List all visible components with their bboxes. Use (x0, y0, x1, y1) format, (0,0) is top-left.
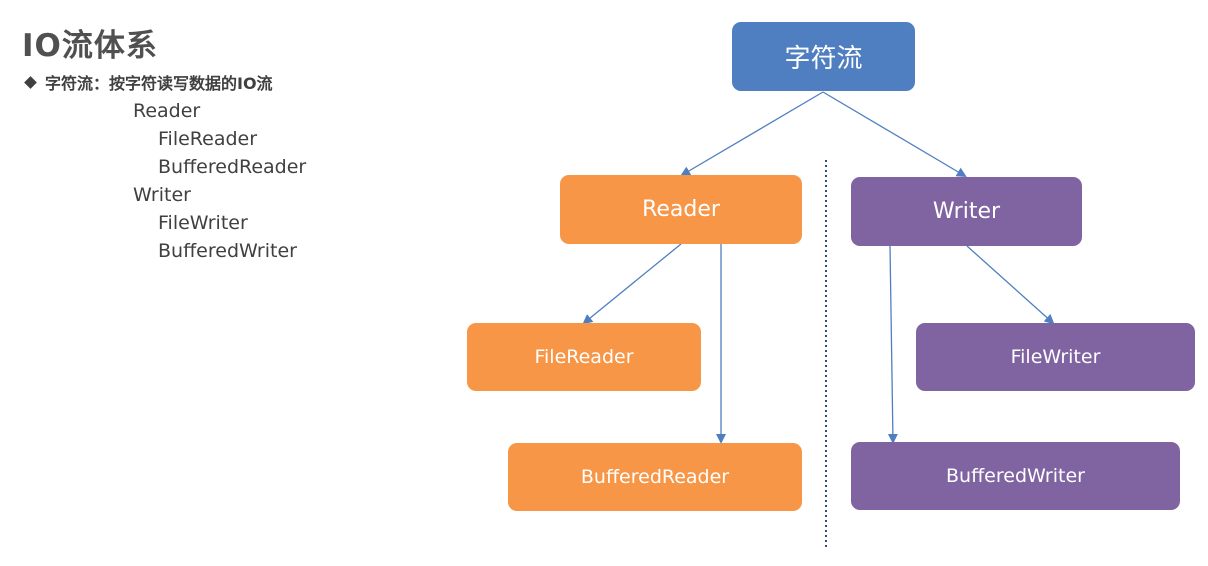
arrow-writer-to-bufferedwriter (887, 245, 898, 444)
node-bufferedwriter: BufferedWriter (851, 442, 1180, 510)
arrow-root-to-writer (822, 91, 967, 178)
node-char-stream: 字符流 (732, 22, 915, 91)
arrow-reader-to-filereader (582, 243, 682, 325)
node-filewriter: FileWriter (916, 323, 1195, 391)
node-writer: Writer (851, 177, 1082, 246)
arrow-writer-to-filewriter (966, 245, 1055, 325)
node-reader: Reader (560, 175, 802, 244)
node-bufferedreader: BufferedReader (508, 443, 802, 511)
arrow-root-to-reader (680, 91, 824, 177)
node-filereader: FileReader (467, 323, 701, 391)
